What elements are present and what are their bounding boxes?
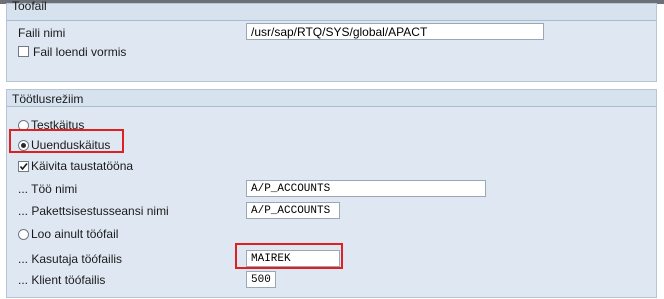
file-group-panel: Toofail Faili nimi /usr/sap/RTQ/SYS/glob… xyxy=(6,0,657,82)
checkmark-icon xyxy=(19,162,28,171)
processing-mode-header: Töötlusrežiim xyxy=(7,90,656,107)
file-group-header: Toofail xyxy=(7,0,656,21)
user-field-highlight xyxy=(235,243,343,269)
background-job-checkbox[interactable] xyxy=(18,161,29,172)
update-run-highlight xyxy=(9,129,124,153)
user-jobfile-label: ... Kasutaja töófailis xyxy=(18,252,123,266)
list-format-checkbox[interactable] xyxy=(18,46,29,57)
create-jobfile-label: Loo ainult töófail xyxy=(31,227,119,241)
batch-session-label: ... Pakettsisestusseansi nimi xyxy=(18,204,169,218)
client-jobfile-field[interactable]: 500 xyxy=(246,271,276,288)
file-group-title: Toofail xyxy=(12,0,47,13)
file-name-label: Faili nimi xyxy=(18,26,66,40)
list-format-label: Fail loendi vormis xyxy=(33,45,127,59)
client-jobfile-label: ... Klient töófailis xyxy=(18,273,106,287)
create-jobfile-radio[interactable] xyxy=(18,229,29,240)
file-name-field[interactable]: /usr/sap/RTQ/SYS/global/APACT xyxy=(246,23,544,40)
job-name-label: ... Töö nimi xyxy=(18,182,78,196)
background-job-label: Käivita taustatööna xyxy=(31,159,134,173)
processing-mode-title: Töötlusrežiim xyxy=(12,92,84,106)
batch-session-field[interactable]: A/P_ACCOUNTS xyxy=(246,202,340,219)
job-name-field[interactable]: A/P_ACCOUNTS xyxy=(246,180,486,197)
